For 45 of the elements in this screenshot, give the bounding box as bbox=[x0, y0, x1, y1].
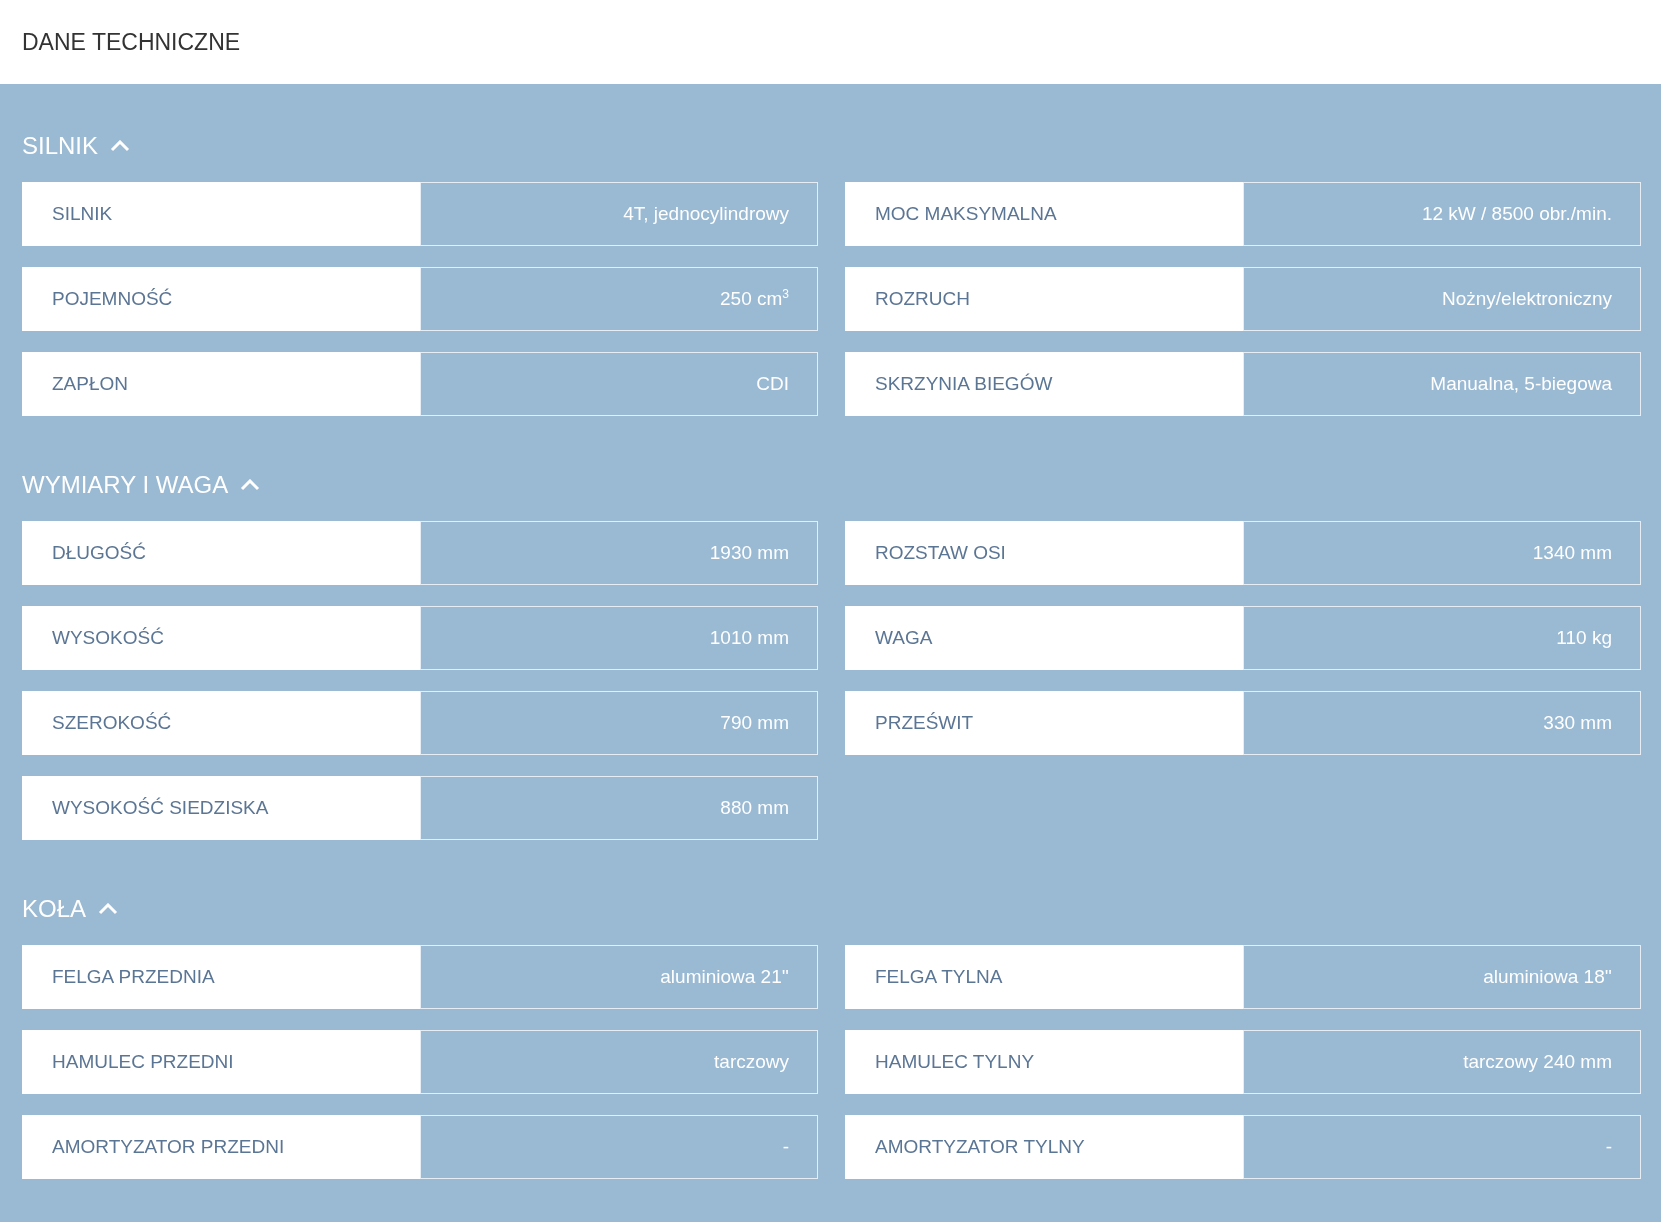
spec-value: - bbox=[782, 1136, 789, 1158]
spec-label: HAMULEC PRZEDNI bbox=[52, 1051, 234, 1073]
chevron-up-icon[interactable] bbox=[240, 479, 261, 491]
spec-value: 880 mm bbox=[720, 797, 789, 819]
spec-value: 1930 mm bbox=[709, 542, 789, 564]
section-heading[interactable]: WYMIARY I WAGA bbox=[22, 471, 229, 499]
spec-value: Nożny/elektroniczny bbox=[1441, 288, 1612, 310]
spec-label: ROZRUCH bbox=[875, 288, 970, 310]
spec-value: tarczowy 240 mm bbox=[1463, 1051, 1612, 1073]
chevron-up-icon[interactable] bbox=[110, 140, 131, 152]
spec-value: aluminiowa 18'' bbox=[1483, 966, 1612, 988]
section-heading[interactable]: SILNIK bbox=[22, 132, 99, 160]
chevron-up-icon[interactable] bbox=[98, 903, 119, 915]
spec-value: 4T, jednocylindrowy bbox=[623, 203, 789, 225]
spec-value: 330 mm bbox=[1543, 712, 1612, 734]
spec-value: 12 kW / 8500 obr./min. bbox=[1421, 203, 1612, 225]
spec-label: AMORTYZATOR TYLNY bbox=[875, 1136, 1085, 1158]
spec-label: MOC MAKSYMALNA bbox=[875, 203, 1057, 225]
spec-label: ZAPŁON bbox=[52, 373, 129, 395]
spec-label: WYSOKOŚĆ bbox=[52, 627, 164, 649]
spec-value: 790 mm bbox=[720, 712, 789, 734]
spec-value: tarczowy bbox=[714, 1051, 789, 1073]
spec-label: WAGA bbox=[875, 627, 933, 649]
page-title: DANE TECHNICZNE bbox=[22, 28, 241, 57]
spec-label: FELGA PRZEDNIA bbox=[52, 966, 215, 988]
spec-label: HAMULEC TYLNY bbox=[875, 1051, 1035, 1073]
spec-label: ROZSTAW OSI bbox=[875, 542, 1006, 564]
spec-label: FELGA TYLNA bbox=[875, 966, 1003, 988]
spec-value: 1010 mm bbox=[709, 627, 789, 649]
spec-value: 1340 mm bbox=[1532, 542, 1612, 564]
spec-label: DŁUGOŚĆ bbox=[52, 542, 146, 564]
spec-value: 250 cm$^{3}$ bbox=[720, 288, 789, 310]
spec-label: POJEMNOŚĆ bbox=[52, 288, 173, 310]
spec-label: WYSOKOŚĆ SIEDZISKA bbox=[52, 797, 269, 819]
spec-label: SKRZYNIA BIEGÓW bbox=[875, 373, 1053, 395]
spec-value: 110 kg bbox=[1556, 627, 1612, 649]
spec-value: CDI bbox=[756, 373, 789, 395]
spec-label: SILNIK bbox=[52, 203, 113, 225]
spec-value: aluminiowa 21'' bbox=[660, 966, 789, 988]
spec-label: PRZEŚWIT bbox=[875, 712, 974, 734]
section-heading[interactable]: KOŁA bbox=[22, 895, 87, 923]
spec-label: AMORTYZATOR PRZEDNI bbox=[52, 1136, 285, 1158]
spec-label: SZEROKOŚĆ bbox=[52, 712, 172, 734]
spec-value: - bbox=[1605, 1136, 1612, 1158]
spec-value: Manualna, 5-biegowa bbox=[1430, 373, 1612, 395]
